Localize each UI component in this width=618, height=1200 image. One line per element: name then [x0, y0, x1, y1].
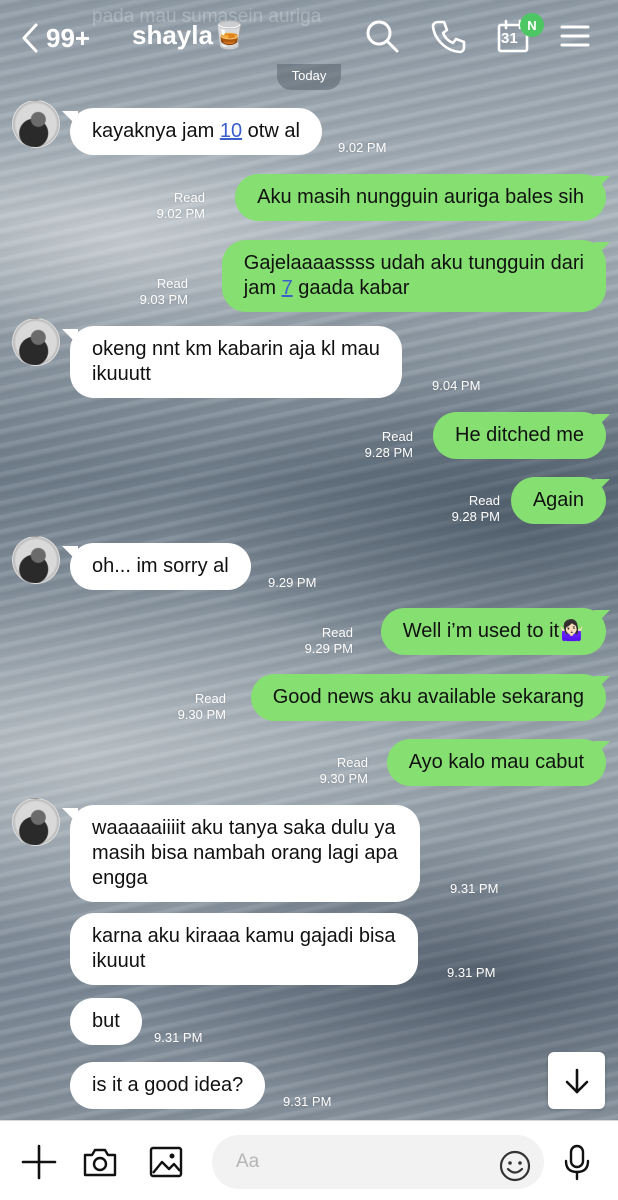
read-receipt: Read — [336, 755, 368, 770]
message-bubble-outgoing[interactable]: Good news aku available sekarang — [250, 674, 606, 721]
message-bubble-outgoing[interactable]: Again — [510, 477, 606, 524]
message-text: is it a good idea? — [92, 1074, 244, 1096]
message-bubble-incoming[interactable]: okeng nnt km kabarin aja kl mau ikuuutt — [70, 326, 402, 398]
message-bubble-outgoing[interactable]: Well i’m used to it🤷🏻‍♀️ — [380, 608, 606, 655]
message-text: but — [92, 1010, 120, 1032]
message-text: Good news aku available sekarang — [272, 686, 584, 708]
message-time: 9.31 PM — [283, 1094, 332, 1109]
message-input[interactable] — [212, 1135, 544, 1189]
message-text: engga — [92, 867, 148, 889]
message-bubble-outgoing[interactable]: Aku masih nungguin auriga bales sih — [235, 174, 606, 221]
phone-icon[interactable] — [428, 16, 468, 56]
message-time: 9.30 PM — [319, 771, 368, 786]
message-text: waaaaaiiiit aku tanya saka dulu ya — [92, 817, 396, 839]
message-bubble-incoming[interactable]: but — [70, 998, 142, 1045]
image-icon[interactable] — [147, 1143, 185, 1181]
message-text: Well i’m used to it🤷🏻‍♀️ — [402, 620, 584, 642]
emoji-icon[interactable] — [496, 1147, 534, 1185]
message-bubble-incoming[interactable]: oh... im sorry al — [70, 543, 251, 590]
read-receipt: Read — [156, 276, 188, 291]
message-time: 9.31 PM — [450, 881, 499, 896]
avatar[interactable] — [12, 100, 60, 148]
avatar[interactable] — [12, 536, 60, 584]
calendar-day: 31 — [501, 30, 518, 47]
read-receipt: Read — [381, 429, 413, 444]
back-button[interactable]: 99+ — [20, 18, 90, 58]
scroll-to-bottom-button[interactable] — [548, 1052, 605, 1109]
read-receipt: Read — [173, 190, 205, 205]
message-text: gaada kabar — [292, 277, 410, 299]
message-time: 9.31 PM — [154, 1030, 203, 1045]
search-icon[interactable] — [362, 16, 402, 56]
message-text: jam — [243, 277, 282, 299]
message-text: Gajelaaaassss udah aku tungguin dari — [243, 252, 584, 274]
message-text: Ayo kalo mau cabut — [408, 751, 584, 773]
message-bubble-incoming[interactable]: kayaknya jam 10 otw al — [70, 108, 322, 155]
avatar[interactable] — [12, 798, 60, 846]
message-bubble-outgoing[interactable]: Ayo kalo mau cabut — [386, 739, 606, 786]
unread-count: 99+ — [46, 22, 91, 53]
composer-bar — [0, 1120, 618, 1200]
message-text: ikuuut — [92, 950, 146, 972]
message-time: 9.02 PM — [156, 206, 205, 221]
message-bubble-incoming[interactable]: karna aku kiraaa kamu gajadi bisa ikuuut — [70, 913, 418, 985]
menu-icon[interactable] — [555, 16, 595, 56]
message-time: 9.29 PM — [304, 641, 353, 656]
message-text: ikuuutt — [92, 363, 151, 385]
message-text: Aku masih nungguin auriga bales sih — [257, 186, 584, 208]
message-bubble-incoming[interactable]: is it a good idea? — [70, 1062, 266, 1109]
message-text: masih bisa nambah orang lagi apa — [92, 842, 398, 864]
message-text: otw al — [242, 120, 300, 142]
message-text: kayaknya jam — [92, 120, 220, 142]
message-time: 9.02 PM — [338, 140, 387, 155]
chevron-left-icon — [22, 23, 38, 53]
number-link[interactable]: 7 — [282, 277, 293, 299]
message-time: 9.28 PM — [451, 509, 500, 524]
message-time: 9.30 PM — [177, 707, 226, 722]
message-time: 9.28 PM — [364, 445, 413, 460]
avatar[interactable] — [12, 318, 60, 366]
message-text: Again — [532, 489, 584, 511]
camera-icon[interactable] — [81, 1143, 119, 1181]
message-bubble-incoming[interactable]: waaaaaiiiit aku tanya saka dulu ya masih… — [70, 805, 420, 902]
plus-icon[interactable] — [20, 1143, 58, 1181]
new-badge: N — [520, 13, 544, 37]
message-text: He ditched me — [455, 424, 584, 446]
message-time: 9.03 PM — [139, 292, 188, 307]
message-bubble-outgoing[interactable]: He ditched me — [433, 412, 606, 459]
microphone-icon[interactable] — [558, 1143, 596, 1181]
message-time: 9.04 PM — [432, 378, 481, 393]
number-link[interactable]: 10 — [220, 120, 242, 142]
message-time: 9.31 PM — [447, 965, 496, 980]
read-receipt: Read — [321, 625, 353, 640]
read-receipt: Read — [468, 493, 500, 508]
message-time: 9.29 PM — [268, 575, 317, 590]
message-bubble-outgoing[interactable]: Gajelaaaassss udah aku tungguin dari jam… — [221, 240, 606, 312]
message-text: karna aku kiraaa kamu gajadi bisa — [92, 925, 396, 947]
chat-header: pada mau sumasein auriga 99+ shayla🥃 31 … — [0, 0, 618, 72]
contact-name[interactable]: shayla🥃 — [132, 20, 245, 51]
message-text: oh... im sorry al — [92, 555, 229, 577]
read-receipt: Read — [194, 691, 226, 706]
arrow-down-icon — [565, 1068, 588, 1093]
date-divider: Today — [277, 64, 341, 90]
message-text: okeng nnt km kabarin aja kl mau — [92, 338, 380, 360]
